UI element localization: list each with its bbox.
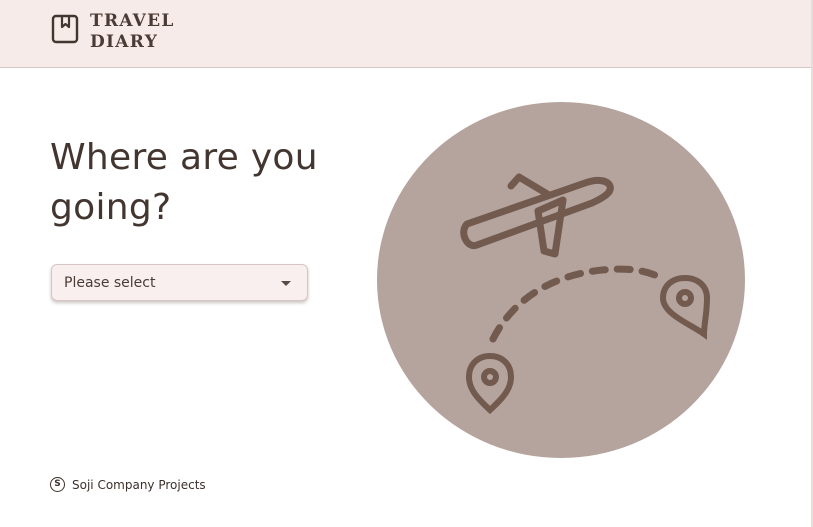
page-title-line-2: going? [50,187,172,228]
footer-text: Soji Company Projects [72,477,206,492]
brand-line-2: DIARY [90,32,159,52]
footer-credit[interactable]: S Soji Company Projects [50,476,206,493]
app-header: TRAVEL DIARY [0,0,811,68]
caret-down-icon [281,281,291,286]
destination-select-value: Please select [64,275,156,291]
page-title: Where are you going? [50,133,318,233]
bookmark-book-icon [51,14,79,44]
soji-logo-icon: S [50,477,65,492]
travel-illustration [377,102,745,458]
brand-line-1: TRAVEL [90,11,175,31]
brand-logo-text[interactable]: TRAVEL DIARY [90,11,175,53]
destination-select[interactable]: Please select [51,264,308,301]
page: TRAVEL DIARY Where are you going? Please… [0,0,813,527]
page-title-line-1: Where are you [50,137,318,178]
